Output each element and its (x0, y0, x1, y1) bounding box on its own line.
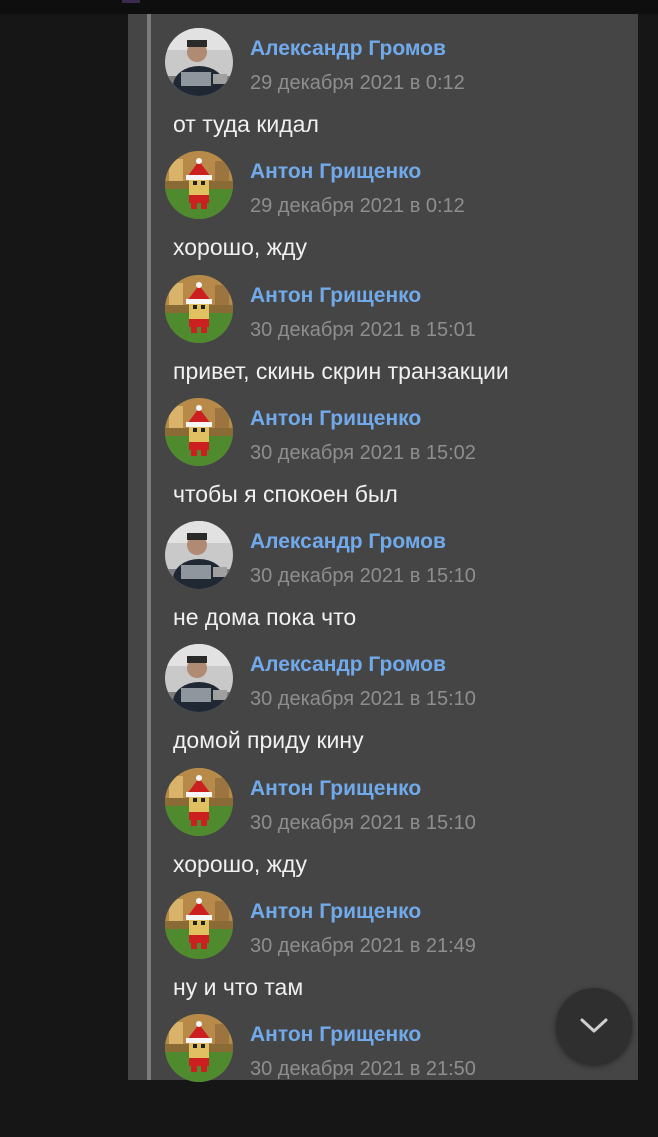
author-name[interactable]: Антон Грищенко (250, 777, 421, 801)
message-date: 30 декабря 2021 в 15:10 (250, 565, 476, 587)
message-text: домой приду кину (173, 727, 364, 753)
author-name[interactable]: Александр Громов (250, 530, 446, 554)
scroll-down-button[interactable] (556, 988, 632, 1064)
author-name[interactable]: Александр Громов (250, 653, 446, 677)
author-name[interactable]: Александр Громов (250, 37, 446, 61)
message-item: Антон Грищенко 30 декабря 2021 в 15:01 при… (165, 275, 635, 398)
avatar[interactable] (165, 891, 233, 959)
author-name[interactable]: Антон Грищенко (250, 160, 421, 184)
avatar[interactable] (165, 398, 233, 466)
message-date: 30 декабря 2021 в 21:49 (250, 935, 476, 957)
message-text: от туда кидал (173, 111, 319, 137)
author-name[interactable]: Антон Грищенко (250, 1023, 421, 1047)
message-item: Антон Грищенко 30 декабря 2021 в 15:10 хор… (165, 768, 635, 891)
message-text: не дома пока что (173, 604, 357, 630)
avatar[interactable] (165, 644, 233, 712)
avatar[interactable] (165, 768, 233, 836)
message-date: 29 декабря 2021 в 0:12 (250, 195, 465, 217)
message-date: 29 декабря 2021 в 0:12 (250, 72, 465, 94)
message-item: Антон Грищенко 29 декабря 2021 в 0:12 хоро… (165, 151, 635, 274)
top-bar (0, 0, 658, 14)
avatar[interactable] (165, 521, 233, 589)
chevron-down-icon (580, 1018, 608, 1033)
message-item: Александр Громов 30 декабря 2021 в 15:10 н… (165, 521, 635, 644)
message-item: Антон Грищенко 30 декабря 2021 в 21:49 ну … (165, 891, 635, 1014)
quote-bar (147, 14, 151, 1080)
message-text: привет, скинь скрин транзакции (173, 358, 509, 384)
top-accent (122, 0, 140, 3)
message-date: 30 декабря 2021 в 15:02 (250, 442, 476, 464)
avatar[interactable] (165, 28, 233, 96)
avatar[interactable] (165, 151, 233, 219)
avatar[interactable] (165, 275, 233, 343)
message-date: 30 декабря 2021 в 15:10 (250, 688, 476, 710)
message-date: 30 декабря 2021 в 21:50 (250, 1058, 476, 1080)
avatar[interactable] (165, 1014, 233, 1082)
author-name[interactable]: Антон Грищенко (250, 900, 421, 924)
message-date: 30 декабря 2021 в 15:10 (250, 812, 476, 834)
message-date: 30 декабря 2021 в 15:01 (250, 319, 476, 341)
message-item: Александр Громов 29 декабря 2021 в 0:12 от… (165, 28, 635, 151)
message-item: Антон Грищенко 30 декабря 2021 в 15:02 что… (165, 398, 635, 521)
author-name[interactable]: Антон Грищенко (250, 407, 421, 431)
message-text: чтобы я спокоен был (173, 481, 398, 507)
author-name[interactable]: Антон Грищенко (250, 284, 421, 308)
message-text: хорошо, жду (173, 851, 307, 877)
message-text: хорошо, жду (173, 234, 307, 260)
message-item: Александр Громов 30 декабря 2021 в 15:10 д… (165, 644, 635, 767)
message-text: ну и что там (173, 974, 304, 1000)
